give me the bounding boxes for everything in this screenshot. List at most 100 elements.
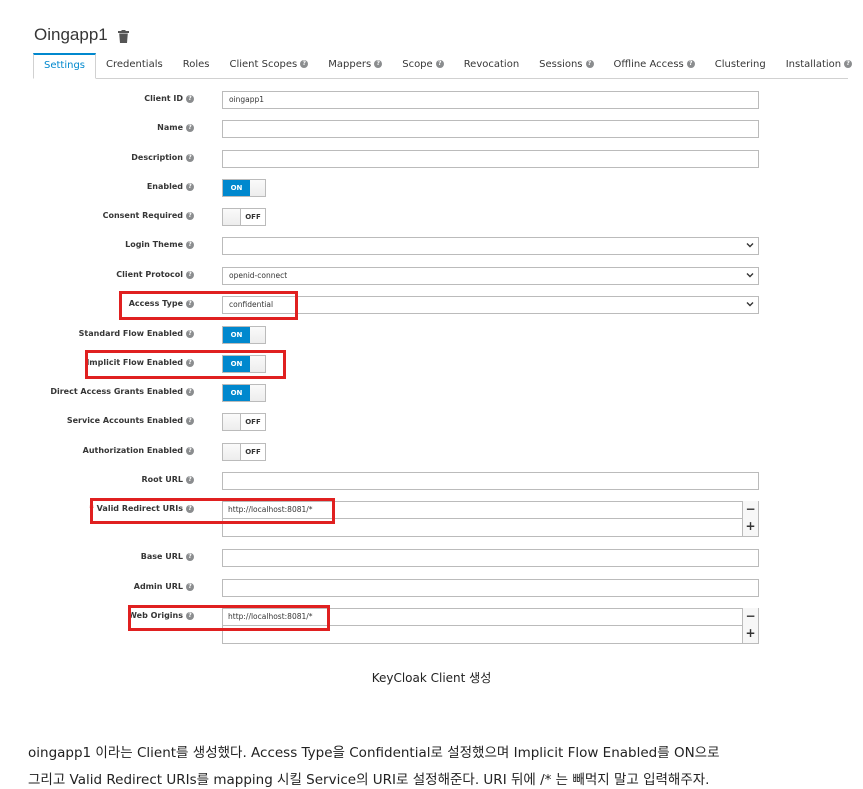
root-url-input[interactable] — [222, 472, 759, 490]
enabled-toggle[interactable]: ON — [222, 179, 266, 197]
client-id-input[interactable]: oingapp1 — [222, 91, 759, 109]
help-icon[interactable]: ? — [186, 552, 194, 561]
standard-flow-toggle[interactable]: ON — [222, 326, 266, 344]
tab-label: Client Scopes — [229, 59, 298, 70]
client-protocol-select[interactable]: openid-connect — [222, 267, 759, 285]
help-icon[interactable]: ? — [435, 60, 444, 68]
help-icon[interactable]: ? — [186, 153, 194, 162]
standard-flow-row: Standard Flow Enabled? ON — [0, 326, 863, 346]
consent-toggle[interactable]: OFF — [222, 208, 266, 226]
help-icon[interactable]: ? — [585, 60, 594, 68]
tab-label: Roles — [182, 59, 210, 70]
tab-bar: Settings Credentials Roles Client Scopes? Ma… — [33, 53, 853, 79]
highlight-implicit-flow — [85, 350, 286, 379]
help-icon[interactable]: ? — [186, 123, 194, 132]
client-title: Oingapp1 — [34, 25, 108, 44]
help-icon[interactable]: ? — [844, 60, 853, 68]
help-icon[interactable]: ? — [186, 240, 194, 249]
paragraph-line-1: oingapp1 이라는 Client를 생성했다. Access Type을 … — [28, 745, 720, 761]
tab-label: Installation — [785, 59, 842, 70]
help-icon[interactable]: ? — [186, 94, 194, 103]
chevron-down-icon — [746, 302, 754, 307]
trash-icon[interactable] — [117, 29, 129, 43]
tab-mappers[interactable]: Mappers? — [318, 53, 392, 78]
help-icon[interactable]: ? — [186, 182, 194, 191]
paragraph-line-2: 그리고 Valid Redirect URIs를 mapping 시킬 Serv… — [28, 772, 710, 788]
help-icon[interactable]: ? — [186, 211, 194, 220]
help-icon[interactable]: ? — [300, 60, 309, 68]
tab-label: Mappers — [328, 59, 372, 70]
help-icon[interactable]: ? — [186, 416, 194, 425]
toggle-state: OFF — [245, 213, 261, 221]
authorization-toggle[interactable]: OFF — [222, 443, 266, 461]
client-id-label: Client ID — [144, 94, 183, 103]
select-value: openid-connect — [229, 271, 288, 280]
direct-access-row: Direct Access Grants Enabled? ON — [0, 384, 863, 404]
name-input[interactable] — [222, 120, 759, 138]
remove-uri-button[interactable]: − — [742, 501, 758, 519]
tab-scope[interactable]: Scope? — [392, 53, 453, 78]
authorization-label: Authorization Enabled — [82, 446, 183, 455]
help-icon[interactable]: ? — [186, 329, 194, 338]
help-icon[interactable]: ? — [374, 60, 383, 68]
help-icon[interactable]: ? — [186, 475, 194, 484]
tab-sessions[interactable]: Sessions? — [529, 53, 603, 78]
service-accounts-row: Service Accounts Enabled? OFF — [0, 413, 863, 433]
service-accounts-label: Service Accounts Enabled — [66, 416, 183, 425]
tab-clustering[interactable]: Clustering — [705, 53, 776, 78]
image-caption: KeyCloak Client 생성 — [371, 671, 492, 685]
tab-revocation[interactable]: Revocation — [454, 53, 529, 78]
access-type-select[interactable]: confidential — [222, 296, 759, 314]
chevron-down-icon — [746, 243, 754, 248]
tab-credentials[interactable]: Credentials — [96, 53, 173, 78]
admin-url-row: Admin URL? — [0, 579, 863, 599]
name-row: Name? — [0, 120, 863, 140]
description-label: Description — [131, 153, 183, 162]
toggle-state: OFF — [245, 448, 261, 456]
tab-offline-access[interactable]: Offline Access? — [604, 53, 705, 78]
help-icon[interactable]: ? — [686, 60, 695, 68]
direct-access-label: Direct Access Grants Enabled — [50, 387, 183, 396]
login-theme-row: Login Theme? — [0, 237, 863, 257]
direct-access-toggle[interactable]: ON — [222, 384, 266, 402]
client-id-row: Client ID? oingapp1 — [0, 91, 863, 111]
admin-url-label: Admin URL — [133, 582, 183, 591]
toggle-state: ON — [223, 327, 250, 343]
service-accounts-toggle[interactable]: OFF — [222, 413, 266, 431]
tab-client-scopes[interactable]: Client Scopes? — [219, 53, 318, 78]
base-url-label: Base URL — [140, 552, 183, 561]
add-origin-button[interactable]: + — [742, 625, 758, 643]
root-url-row: Root URL? — [0, 472, 863, 492]
tab-label: Settings — [44, 60, 86, 71]
tab-roles[interactable]: Roles — [173, 53, 220, 78]
page-title: Oingapp1 — [34, 25, 129, 45]
help-icon[interactable]: ? — [186, 387, 194, 396]
help-icon[interactable]: ? — [186, 582, 194, 591]
enabled-label: Enabled — [146, 182, 183, 191]
highlight-web-origins — [128, 605, 330, 631]
consent-label: Consent Required — [102, 211, 183, 220]
name-label: Name — [157, 123, 183, 132]
description-input[interactable] — [222, 150, 759, 168]
admin-url-input[interactable] — [222, 579, 759, 597]
base-url-input[interactable] — [222, 549, 759, 567]
enabled-row: Enabled? ON — [0, 179, 863, 199]
help-icon[interactable]: ? — [186, 446, 194, 455]
tab-label: Offline Access — [613, 59, 684, 70]
add-uri-button[interactable]: + — [742, 518, 758, 536]
authorization-row: Authorization Enabled? OFF — [0, 443, 863, 463]
toggle-state: OFF — [245, 418, 261, 426]
remove-origin-button[interactable]: − — [742, 608, 758, 626]
tab-label: Credentials — [106, 59, 163, 70]
tab-settings[interactable]: Settings — [33, 53, 97, 79]
client-protocol-label: Client Protocol — [116, 270, 183, 279]
highlight-access-type — [119, 291, 298, 320]
login-theme-label: Login Theme — [125, 240, 183, 249]
help-icon[interactable]: ? — [186, 270, 194, 279]
login-theme-select[interactable] — [222, 237, 759, 255]
client-protocol-row: Client Protocol? openid-connect — [0, 267, 863, 287]
base-url-row: Base URL? — [0, 549, 863, 569]
tab-installation[interactable]: Installation? — [776, 53, 862, 78]
chevron-down-icon — [746, 273, 754, 278]
standard-flow-label: Standard Flow Enabled — [78, 329, 183, 338]
